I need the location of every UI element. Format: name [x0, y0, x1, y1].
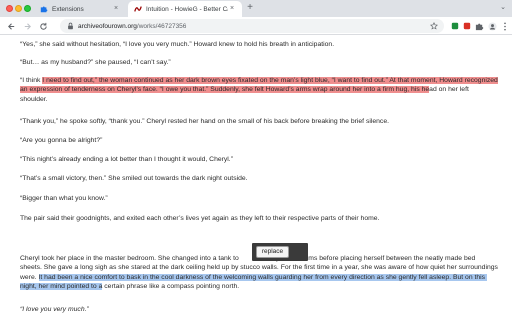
text-segment: Cheryl took her place in the master bedr…	[20, 255, 239, 262]
lock-icon[interactable]	[66, 22, 74, 30]
tab-story[interactable]: Intuition - HowieG - Better Cal ×	[128, 1, 242, 17]
address-bar[interactable]: archiveofourown.org/works/46727356	[60, 19, 444, 33]
story-paragraph: “This night’s already ending a lot bette…	[20, 155, 498, 164]
text-segment: “That’s a small victory, then.” She smil…	[20, 175, 248, 182]
story-paragraph: “Yes,” she said without hesitation, “I l…	[20, 40, 498, 49]
browser-toolbar: archiveofourown.org/works/46727356	[0, 17, 512, 35]
story-paragraph: “Bigger than what you know.”	[20, 194, 498, 203]
window-zoom-button[interactable]	[24, 5, 31, 12]
close-tab-icon[interactable]: ×	[228, 5, 236, 13]
text-segment: “Yes,” she said without hesitation, “I l…	[20, 41, 335, 48]
tab-extensions[interactable]: Extensions ×	[34, 1, 126, 17]
story-paragraph: “I love you very much.”	[20, 305, 498, 314]
selected-text[interactable]: It had been a nice comfort to bask in th…	[20, 273, 487, 291]
replace-popup: replace	[252, 243, 308, 261]
text-segment: “I think	[20, 77, 43, 84]
story-paragraph: “I think I need to find out,” the woman …	[20, 76, 498, 104]
extension-highlighter-icon[interactable]	[462, 21, 472, 31]
highlighted-text[interactable]: I need to find out,” the woman continued…	[20, 77, 498, 94]
puzzle-icon	[40, 5, 48, 13]
new-tab-button[interactable]: +	[245, 3, 255, 13]
url-domain: archiveofourown.org	[78, 22, 137, 30]
story-paragraph: “That’s a small victory, then.” She smil…	[20, 174, 498, 183]
extension-pin-icon[interactable]	[450, 21, 460, 31]
text-segment: “This night’s already ending a lot bette…	[20, 156, 233, 163]
close-tab-icon[interactable]: ×	[112, 5, 120, 13]
text-segment: “I love you very much.”	[20, 306, 89, 313]
replace-button[interactable]: replace	[256, 246, 289, 258]
extensions-puzzle-icon[interactable]	[474, 21, 484, 31]
reload-icon[interactable]	[38, 21, 48, 31]
text-segment: “Bigger than what you know.”	[20, 195, 108, 202]
tab-strip: Extensions × Intuition - HowieG - Better…	[0, 0, 512, 17]
story-paragraph: “Thank you,” he spoke softly, “thank you…	[20, 117, 498, 126]
ao3-icon	[134, 5, 142, 13]
story-paragraph: “Are you gonna be alright?”	[20, 136, 498, 145]
window-minimize-button[interactable]	[15, 5, 22, 12]
forward-arrow-icon[interactable]	[22, 21, 32, 31]
story-paragraph: “But… as my husband?” she paused, “I can…	[20, 58, 498, 67]
text-segment: “Thank you,” he spoke softly, “thank you…	[20, 118, 389, 125]
tab-search-icon[interactable]: ⌄	[498, 3, 508, 13]
story-content: “Yes,” she said without hesitation, “I l…	[0, 36, 512, 320]
tab-title: Intuition - HowieG - Better Cal	[146, 5, 228, 13]
text-segment: The pair said their goodnights, and exit…	[20, 215, 380, 222]
back-arrow-icon[interactable]	[6, 21, 16, 31]
text-segment: “Are you gonna be alright?”	[20, 137, 103, 144]
url-path: /works/46727356	[136, 22, 187, 30]
profile-avatar-icon[interactable]	[487, 21, 497, 31]
tab-title: Extensions	[52, 5, 84, 13]
window-close-button[interactable]	[6, 5, 13, 12]
text-segment: certain phrase like a compass pointing n…	[102, 283, 240, 291]
text-segment: “But… as my husband?” she paused, “I can…	[20, 59, 171, 66]
kebab-menu-icon[interactable]	[500, 21, 510, 31]
bookmark-star-icon[interactable]	[430, 22, 438, 30]
story-paragraph: The pair said their goodnights, and exit…	[20, 214, 498, 223]
